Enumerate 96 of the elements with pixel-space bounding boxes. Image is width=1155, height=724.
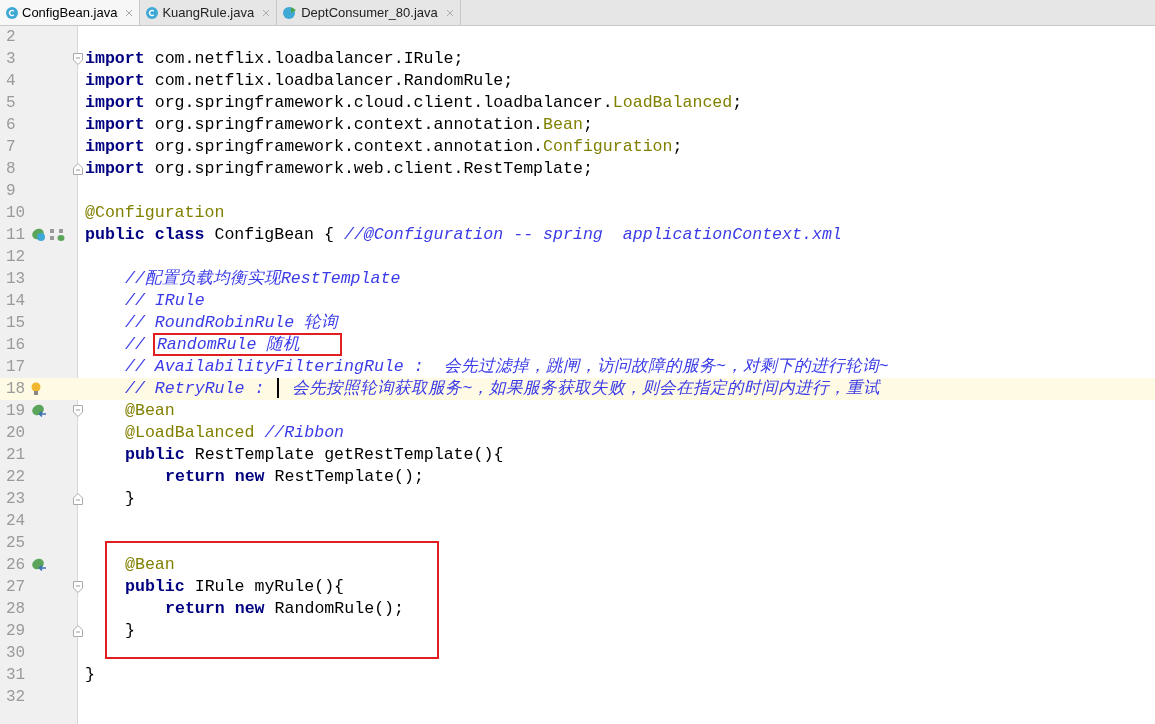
code-token: // RoundRobinRule 轮询 xyxy=(125,312,339,332)
code-token: @Bean xyxy=(125,400,175,420)
code-token: @Configuration xyxy=(85,202,225,222)
close-icon[interactable] xyxy=(445,8,454,17)
line-number: 14 xyxy=(5,291,27,312)
code-token: //@Configuration -- spring applicationContext.xml xyxy=(343,224,842,244)
tab-label: KuangRule.java xyxy=(162,3,255,22)
line-number: 7 xyxy=(5,137,17,158)
code-token: LoadBalanced xyxy=(612,92,733,112)
line-number: 22 xyxy=(5,467,27,488)
code-token: Bean xyxy=(543,114,583,134)
code-token: org.springframework.cloud.client.loadbalancer. xyxy=(153,92,613,112)
code-token: return new xyxy=(165,466,265,486)
code-token: //Ribbon xyxy=(263,422,345,442)
line-number: 28 xyxy=(5,599,27,620)
code-token: import xyxy=(85,70,145,90)
line-number: 29 xyxy=(5,621,27,642)
code-token: 会先按照轮询获取服务~，如果服务获取失败，则会在指定的时间内进行，重试 xyxy=(291,378,881,398)
line-number: 19 xyxy=(5,401,27,422)
code-token: // AvailabilityFilteringRule : 会先过滤掉，跳闸，访问故障的服务~，对剩下的进行轮询~ xyxy=(125,356,889,376)
close-icon[interactable] xyxy=(125,8,134,17)
code-token: RandomRule(); xyxy=(273,598,404,618)
bulb-icon[interactable] xyxy=(31,382,41,396)
line-number: 24 xyxy=(5,511,27,532)
line-number: 5 xyxy=(5,93,17,114)
code-token: public xyxy=(125,444,185,464)
code-token: RestTemplate(); xyxy=(273,466,424,486)
fold-marker-icon[interactable] xyxy=(73,163,83,175)
line-number: 26 xyxy=(5,555,27,576)
code-token: import xyxy=(85,136,145,156)
diagram-icon[interactable] xyxy=(49,228,65,242)
class-run-icon xyxy=(283,6,298,19)
line-number: 13 xyxy=(5,269,27,290)
code-token: org.springframework.context.annotation. xyxy=(153,136,544,156)
code-token: Configuration xyxy=(543,136,673,156)
line-number: 12 xyxy=(5,247,27,268)
editor-tab[interactable]: ConfigBean.java xyxy=(0,0,141,25)
line-number: 16 xyxy=(5,335,27,356)
class-icon xyxy=(146,6,159,19)
code-token: } xyxy=(125,620,135,640)
line-number: 17 xyxy=(5,357,27,378)
line-number: 18 xyxy=(5,379,27,400)
code-token: ; xyxy=(582,114,593,134)
fold-marker-icon[interactable] xyxy=(73,625,83,637)
code-token: import xyxy=(85,48,145,68)
code-token: RestTemplate getRestTemplate(){ xyxy=(193,444,504,464)
line-number: 3 xyxy=(5,49,17,70)
code-token: IRule myRule(){ xyxy=(193,576,345,596)
code-token: // xyxy=(125,334,147,354)
code-token: // RetryRule : xyxy=(125,378,266,398)
code-token: public xyxy=(125,576,185,596)
code-token: @LoadBalanced xyxy=(125,422,255,442)
close-icon[interactable] xyxy=(262,8,271,17)
line-number: 9 xyxy=(5,181,17,202)
code-token: } xyxy=(85,664,95,684)
code-token: org.springframework.context.annotation. xyxy=(153,114,544,134)
fold-marker-icon[interactable] xyxy=(73,581,83,593)
line-number: 32 xyxy=(5,687,27,708)
code-token: // IRule xyxy=(125,290,205,310)
code-token: @Bean xyxy=(125,554,175,574)
fold-marker-icon[interactable] xyxy=(73,405,83,417)
tab-label: DeptConsumer_80.java xyxy=(301,3,438,22)
line-number: 2 xyxy=(5,27,17,48)
fold-marker-icon[interactable] xyxy=(73,53,83,65)
code-token: com.netflix.loadbalancer.IRule; xyxy=(153,48,464,68)
line-number: 11 xyxy=(5,225,27,246)
code-token: import xyxy=(85,158,145,178)
line-number: 15 xyxy=(5,313,27,334)
code-token: ; xyxy=(732,92,743,112)
bean-class-icon[interactable] xyxy=(31,228,47,242)
line-number: 21 xyxy=(5,445,27,466)
line-number: 27 xyxy=(5,577,27,598)
line-number: 31 xyxy=(5,665,27,686)
line-number: 25 xyxy=(5,533,27,554)
line-number: 23 xyxy=(5,489,27,510)
code-token: ; xyxy=(672,136,683,156)
line-number: 10 xyxy=(5,203,27,224)
line-number: 4 xyxy=(5,71,17,92)
code-token: ConfigBean { xyxy=(213,224,335,244)
fold-marker-icon[interactable] xyxy=(73,493,83,505)
code-token: org.springframework.web.client.RestTemplate; xyxy=(153,158,593,178)
code-token: RandomRule 随机 xyxy=(154,334,341,354)
code-token: public class xyxy=(85,224,205,244)
code-token: import xyxy=(85,114,145,134)
code-token: com.netflix.loadbalancer.RandomRule; xyxy=(153,70,514,90)
class-icon xyxy=(6,6,18,19)
code-token: return new xyxy=(165,598,265,618)
code-token: } xyxy=(125,488,135,508)
line-number: 30 xyxy=(5,643,27,664)
code-token: //配置负载均衡实现RestTemplate xyxy=(125,268,401,288)
code-token: import xyxy=(85,92,145,112)
tab-label: ConfigBean.java xyxy=(22,3,118,22)
line-number: 8 xyxy=(5,159,17,180)
line-number: 6 xyxy=(5,115,17,136)
text-caret xyxy=(277,378,280,399)
line-number: 20 xyxy=(5,423,27,444)
